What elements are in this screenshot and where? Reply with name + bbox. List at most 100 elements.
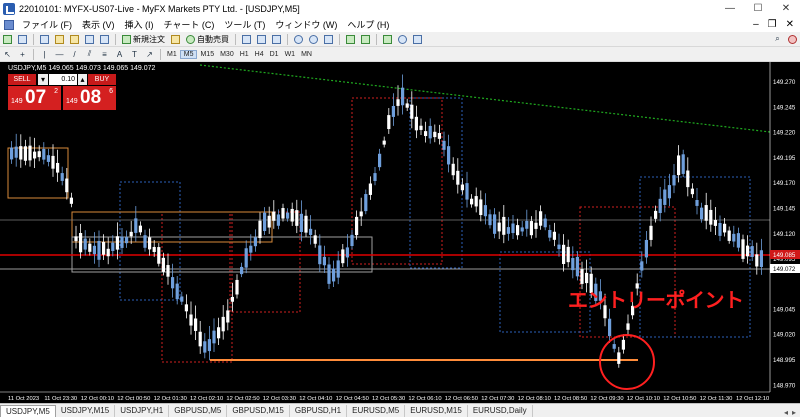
time-tick-14: 12 Oct 08:10 [518, 396, 551, 402]
candle-body-133 [621, 339, 625, 350]
tab-gbpusd-h1[interactable]: GBPUSD,H1 [290, 405, 348, 417]
search-icon[interactable]: ⌕ [771, 33, 784, 46]
lot-size-input[interactable]: 0.10 [49, 74, 77, 85]
timeframe-m5[interactable]: M5 [179, 49, 198, 59]
lot-decrease-button[interactable]: ▾ [38, 74, 48, 85]
candle-body-53 [253, 237, 257, 247]
candle-body-141 [658, 198, 662, 214]
new-order-button[interactable]: 新規注文 [120, 33, 167, 46]
tab-eurusd-daily[interactable]: EURUSD,Daily [468, 405, 533, 417]
fibonacci-icon[interactable]: ≡ [98, 48, 111, 61]
arrow-tool-icon[interactable]: ↗ [143, 48, 156, 61]
tab-gbpusd-m15[interactable]: GBPUSD,M15 [227, 405, 290, 417]
sell-price-box[interactable]: 149 07 2 [8, 86, 61, 110]
candle-body-44 [212, 330, 216, 344]
time-tick-18: 12 Oct 10:50 [663, 396, 696, 402]
menu-window[interactable]: ウィンドウ (W) [270, 18, 342, 31]
timeframe-h1[interactable]: H1 [237, 51, 252, 58]
tab-scroll-right-icon[interactable]: ▸ [792, 408, 796, 417]
candle-body-113 [529, 221, 533, 236]
chart-symbol-title: USDJPY,M5 149.065 149.073 149.065 149.07… [8, 65, 156, 72]
periods-icon[interactable] [396, 33, 409, 46]
tab-usdjpy-m15[interactable]: USDJPY,M15 [56, 405, 116, 417]
timeframe-m1[interactable]: M1 [164, 51, 180, 58]
menu-file[interactable]: ファイル (F) [17, 18, 77, 31]
community-icon[interactable] [786, 33, 799, 46]
candle-body-30 [148, 237, 152, 250]
buy-button[interactable]: BUY [88, 74, 116, 85]
lot-increase-button[interactable]: ▴ [78, 74, 87, 85]
candle-body-139 [649, 225, 653, 240]
tab-gbpusd-m5[interactable]: GBPUSD,M5 [169, 405, 228, 417]
tab-eurusd-m15[interactable]: EURUSD,M15 [405, 405, 468, 417]
child-close-button[interactable]: ✕ [786, 19, 794, 30]
auto-trading-button[interactable]: 自動売買 [184, 33, 231, 46]
menu-help[interactable]: ヘルプ (H) [342, 18, 394, 31]
autoscroll-icon[interactable] [359, 33, 372, 46]
chart-canvas[interactable]: 149.270 149.245 149.220 149.195 149.170 149.1… [0, 62, 800, 403]
minimize-button[interactable]: — [716, 0, 744, 17]
maximize-button[interactable]: ☐ [744, 0, 772, 17]
candle-body-1 [14, 146, 18, 158]
timeframe-h4[interactable]: H4 [252, 51, 267, 58]
entry-point-annotation: エントリーポイント [568, 288, 744, 312]
zone-box-5 [639, 176, 751, 338]
timeframe-mn[interactable]: MN [298, 51, 315, 58]
timeframe-w1[interactable]: W1 [282, 51, 299, 58]
menu-insert[interactable]: 挿入 (I) [120, 18, 159, 31]
candlestick-icon[interactable] [255, 33, 268, 46]
text-tool-icon[interactable]: A [113, 48, 126, 61]
price-chart[interactable]: 149.270 149.245 149.220 149.195 149.170 149.1… [0, 62, 800, 403]
buy-price-box[interactable]: 149 08 6 [63, 86, 116, 110]
timeframe-m30[interactable]: M30 [217, 51, 237, 58]
cursor-icon[interactable]: ↖ [1, 48, 14, 61]
label-tool-icon[interactable]: T [128, 48, 141, 61]
new-chart-button[interactable] [1, 33, 14, 46]
tab-usdjpy-m5[interactable]: USDJPY,M5 [0, 405, 56, 417]
menu-chart[interactable]: チャート (C) [159, 18, 220, 31]
market-watch-button[interactable] [38, 33, 51, 46]
chart-shift-icon[interactable] [344, 33, 357, 46]
timeframe-m15[interactable]: M15 [197, 51, 217, 58]
candle-body-45 [217, 327, 221, 339]
tile-windows-icon[interactable] [322, 33, 335, 46]
child-minimize-button[interactable]: – [753, 19, 759, 30]
candle-body-74 [350, 234, 354, 247]
crosshair-icon[interactable]: + [16, 48, 29, 61]
candle-body-12 [65, 178, 69, 193]
zone-box-0 [351, 97, 443, 265]
child-restore-button[interactable]: ❐ [768, 19, 777, 30]
candle-body-144 [672, 175, 676, 186]
indicators-icon[interactable] [381, 33, 394, 46]
candle-body-38 [184, 304, 188, 312]
close-button[interactable]: ✕ [772, 0, 800, 17]
zoom-out-icon[interactable] [307, 33, 320, 46]
data-window-button[interactable] [53, 33, 66, 46]
sell-button[interactable]: SELL [8, 74, 36, 85]
menu-view[interactable]: 表示 (V) [77, 18, 120, 31]
line-chart-icon[interactable] [270, 33, 283, 46]
tab-scroll-left-icon[interactable]: ◂ [784, 408, 788, 417]
bar-chart-icon[interactable] [240, 33, 253, 46]
horizontal-line-icon[interactable]: — [53, 48, 66, 61]
metaeditor-button[interactable] [169, 33, 182, 46]
candle-body-132 [617, 352, 621, 364]
profiles-button[interactable] [16, 33, 29, 46]
tester-button[interactable] [98, 33, 111, 46]
trendline-icon[interactable]: / [68, 48, 81, 61]
candle-body-83 [391, 105, 395, 117]
menu-tools[interactable]: ツール (T) [219, 18, 270, 31]
templates-icon[interactable] [411, 33, 424, 46]
terminal-button[interactable] [83, 33, 96, 46]
channel-icon[interactable]: ⫽ [83, 48, 96, 61]
standard-toolbar: 新規注文 自動売買 ⌕ [0, 32, 800, 47]
navigator-button[interactable] [68, 33, 81, 46]
tab-usdjpy-h1[interactable]: USDJPY,H1 [115, 405, 170, 417]
zoom-in-icon[interactable] [292, 33, 305, 46]
candle-body-70 [332, 268, 336, 282]
candle-body-99 [465, 183, 469, 200]
timeframe-d1[interactable]: D1 [267, 51, 282, 58]
candle-body-110 [516, 225, 520, 236]
tab-eurusd-m5[interactable]: EURUSD,M5 [347, 405, 406, 417]
vertical-line-icon[interactable]: | [38, 48, 51, 61]
